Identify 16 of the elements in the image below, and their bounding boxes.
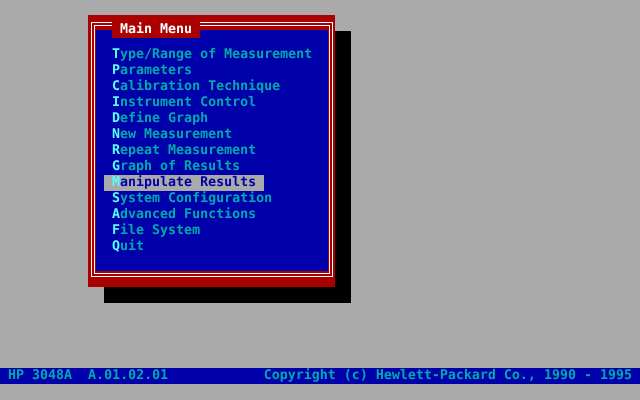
- menu-item[interactable]: Advanced Functions: [104, 207, 264, 223]
- menu-item[interactable]: Instrument Control: [104, 95, 264, 111]
- menu-item[interactable]: Parameters: [104, 63, 200, 79]
- product-version: HP 3048A A.01.02.01: [8, 368, 168, 384]
- menu-item[interactable]: Graph of Results: [104, 159, 248, 175]
- menu-item[interactable]: Type/Range of Measurement: [104, 47, 320, 63]
- menu-item[interactable]: Define Graph: [104, 111, 216, 127]
- window-title: Main Menu: [112, 22, 200, 38]
- menu-item[interactable]: New Measurement: [104, 127, 240, 143]
- menu-item[interactable]: File System: [104, 223, 208, 239]
- menu-item[interactable]: Calibration Technique: [104, 79, 288, 95]
- menu-item[interactable]: System Configuration: [104, 191, 280, 207]
- menu-item[interactable]: Manipulate Results: [104, 175, 264, 191]
- menu-item[interactable]: Quit: [104, 239, 152, 255]
- copyright-text: Copyright (c) Hewlett-Packard Co., 1990 - 1995: [264, 368, 632, 384]
- menu-item[interactable]: Repeat Measurement: [104, 143, 264, 159]
